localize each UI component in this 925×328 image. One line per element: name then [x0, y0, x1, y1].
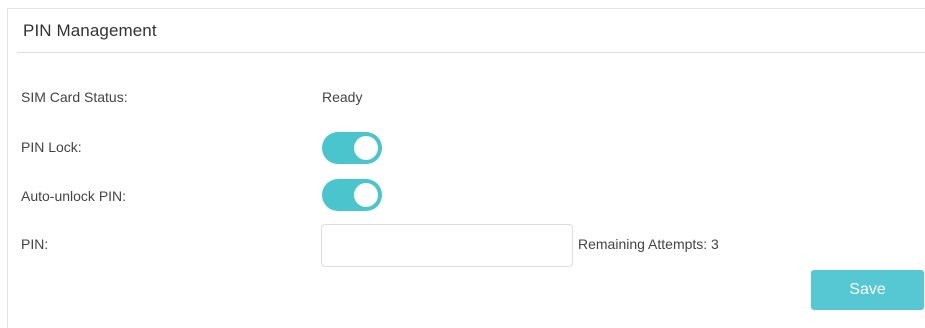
toggle-knob — [354, 136, 378, 160]
auto-unlock-toggle[interactable] — [322, 179, 382, 211]
pin-management-panel: PIN Management — [7, 8, 925, 328]
remaining-attempts: Remaining Attempts: 3 — [578, 236, 719, 252]
auto-unlock-label: Auto-unlock PIN: — [21, 188, 127, 204]
pin-input[interactable] — [321, 224, 573, 267]
title-divider — [17, 52, 925, 53]
panel-title: PIN Management — [23, 21, 157, 40]
save-button[interactable]: Save — [811, 270, 924, 310]
sim-status-value: Ready — [322, 89, 363, 105]
toggle-knob — [354, 183, 378, 207]
pin-lock-toggle[interactable] — [322, 132, 382, 164]
pin-lock-label: PIN Lock: — [21, 139, 82, 155]
sim-status-label: SIM Card Status: — [21, 89, 128, 105]
pin-label: PIN: — [21, 236, 49, 252]
